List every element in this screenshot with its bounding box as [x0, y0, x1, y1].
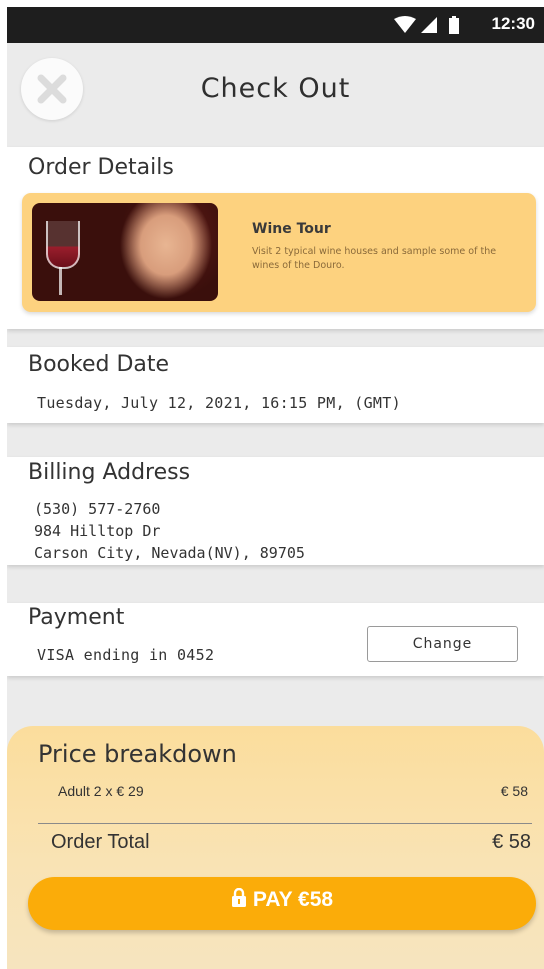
status-time: 12:30 [491, 14, 535, 33]
page-title: Check Out [200, 73, 351, 104]
order-item-name: Wine Tour [252, 221, 331, 237]
billing-street: 984 Hilltop Dr [34, 522, 161, 540]
battery-icon [449, 16, 459, 34]
pay-button-content: PAY €58 [231, 887, 334, 912]
booked-date-value: Tuesday, July 12, 2021, 16:15 PM, (GMT) [37, 394, 401, 412]
payment-section: Payment VISA ending in 0452 Change [7, 603, 544, 676]
app-bar: Check Out [7, 43, 544, 147]
pay-button[interactable]: PAY €58 [28, 877, 536, 930]
billing-phone: (530) 577-2760 [34, 500, 161, 518]
status-icons [394, 16, 459, 34]
booked-date-section: Booked Date Tuesday, July 12, 2021, 16:1… [7, 347, 544, 423]
price-line-value: € 58 [500, 783, 528, 799]
billing-city-line: Carson City, Nevada(NV), 89705 [34, 544, 305, 562]
order-total-label: Order Total [51, 831, 150, 853]
billing-address-title: Billing Address [28, 460, 191, 485]
change-payment-button[interactable]: Change [367, 626, 518, 662]
screen: 12:30 Check Out Order Details Wine Tour … [7, 7, 544, 969]
order-item-description: Visit 2 typical wine houses and sample s… [252, 246, 497, 271]
price-line-label: Adult 2 x € 29 [58, 783, 144, 799]
signal-icon [421, 17, 437, 33]
status-bar: 12:30 [7, 7, 544, 43]
payment-method: VISA ending in 0452 [37, 646, 215, 664]
price-breakdown-title: Price breakdown [38, 740, 237, 768]
wifi-icon [394, 16, 416, 33]
billing-address-lines: (530) 577-2760 984 Hilltop Dr Carson Cit… [34, 498, 305, 564]
price-breakdown-panel: Price breakdown Adult 2 x € 29 € 58 Orde… [7, 726, 544, 969]
price-divider [38, 823, 532, 824]
order-total-value: € 58 [492, 831, 531, 853]
woman-with-wine-glass-photo [32, 203, 218, 301]
billing-address-section: Billing Address (530) 577-2760 984 Hillt… [7, 457, 544, 565]
booked-date-title: Booked Date [28, 352, 170, 377]
order-details-title: Order Details [28, 155, 174, 180]
wine-glass-stem [59, 267, 62, 295]
payment-title: Payment [28, 605, 125, 630]
pay-button-label: PAY €58 [252, 888, 334, 911]
order-details-section: Order Details Wine Tour Visit 2 typical … [7, 147, 544, 329]
order-item-card[interactable]: Wine Tour Visit 2 typical wine houses an… [22, 193, 536, 312]
wine-glass-shape [46, 221, 80, 269]
lock-icon [231, 887, 246, 907]
